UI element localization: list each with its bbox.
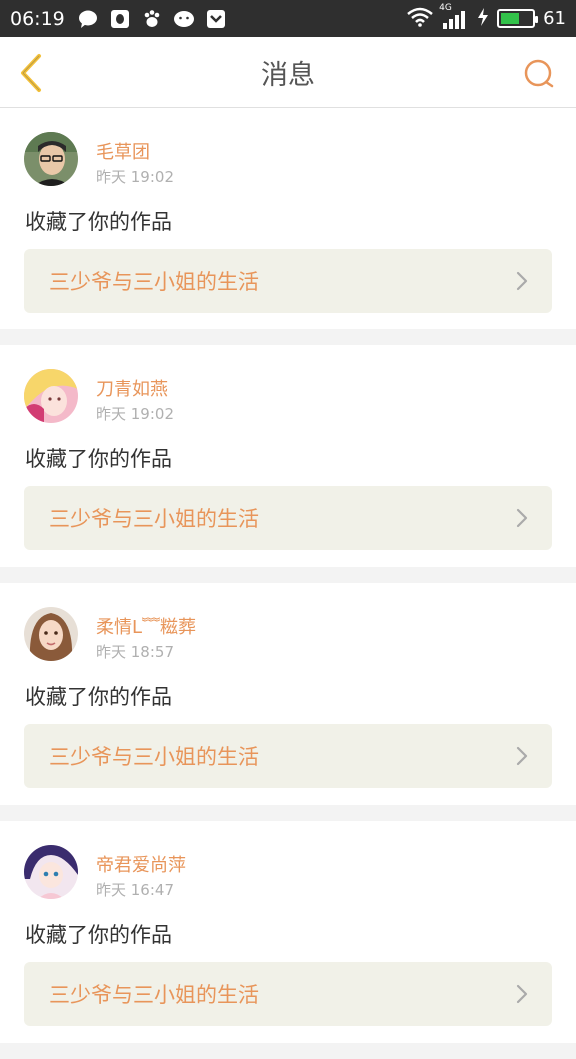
avatar[interactable] bbox=[24, 607, 78, 661]
page-title: 消息 bbox=[261, 59, 315, 91]
chevron-right-icon bbox=[516, 271, 528, 291]
message-action: 收藏了你的作品 bbox=[25, 685, 172, 709]
charging-icon bbox=[477, 7, 489, 31]
avatar[interactable] bbox=[24, 845, 78, 899]
system-status: 4G 61 bbox=[407, 3, 566, 31]
message-card: 毛草团 昨天 19:02 收藏了你的作品 三少爷与三小姐的生活 bbox=[0, 108, 576, 329]
username[interactable]: 柔情L﹌糍葬 bbox=[96, 613, 196, 639]
status-time: 06:19 bbox=[10, 7, 65, 30]
message-card: 柔情L﹌糍葬 昨天 18:57 收藏了你的作品 三少爷与三小姐的生活 bbox=[0, 583, 576, 805]
chevron-left-icon bbox=[21, 54, 41, 92]
message-action: 收藏了你的作品 bbox=[25, 923, 172, 947]
message-time: 昨天 16:47 bbox=[96, 881, 174, 899]
message-action: 收藏了你的作品 bbox=[25, 447, 172, 471]
username[interactable]: 毛草团 bbox=[96, 138, 150, 164]
top-nav-bar: 消息 bbox=[0, 37, 576, 108]
work-title: 三少爷与三小姐的生活 bbox=[49, 270, 259, 294]
message-card: 刀青如燕 昨天 19:02 收藏了你的作品 三少爷与三小姐的生活 bbox=[0, 345, 576, 567]
work-link[interactable]: 三少爷与三小姐的生活 bbox=[24, 724, 552, 788]
work-link[interactable]: 三少爷与三小姐的生活 bbox=[24, 486, 552, 550]
search-icon bbox=[524, 59, 554, 88]
wechat-icon bbox=[173, 8, 195, 30]
message-time: 昨天 18:57 bbox=[96, 643, 174, 661]
avatar[interactable] bbox=[24, 132, 78, 186]
username[interactable]: 刀青如燕 bbox=[96, 375, 168, 401]
chevron-right-icon bbox=[516, 746, 528, 766]
battery-level bbox=[501, 13, 520, 24]
network-type: 4G bbox=[439, 2, 452, 13]
wifi-icon bbox=[407, 7, 433, 31]
work-title: 三少爷与三小姐的生活 bbox=[49, 745, 259, 769]
chevron-right-icon bbox=[516, 984, 528, 1004]
back-button[interactable] bbox=[14, 52, 48, 94]
chevron-right-icon bbox=[516, 508, 528, 528]
message-list: 毛草团 昨天 19:02 收藏了你的作品 三少爷与三小姐的生活 刀青如燕 昨天 … bbox=[0, 108, 576, 1059]
avatar[interactable] bbox=[24, 369, 78, 423]
qq-icon bbox=[109, 8, 131, 30]
message-action: 收藏了你的作品 bbox=[25, 210, 172, 234]
work-link[interactable]: 三少爷与三小姐的生活 bbox=[24, 249, 552, 313]
baidu-paw-icon bbox=[141, 8, 163, 30]
message-time: 昨天 19:02 bbox=[96, 405, 174, 423]
message-card: 帝君爱尚萍 昨天 16:47 收藏了你的作品 三少爷与三小姐的生活 bbox=[0, 821, 576, 1043]
work-link[interactable]: 三少爷与三小姐的生活 bbox=[24, 962, 552, 1026]
signal-icon: 4G bbox=[439, 3, 469, 29]
pocket-icon bbox=[205, 8, 227, 30]
search-button[interactable] bbox=[522, 57, 556, 91]
battery-percent: 61 bbox=[543, 8, 566, 29]
chat-bubble-icon bbox=[77, 8, 99, 30]
work-title: 三少爷与三小姐的生活 bbox=[49, 507, 259, 531]
work-title: 三少爷与三小姐的生活 bbox=[49, 983, 259, 1007]
status-bar: 06:19 4G 61 bbox=[0, 0, 576, 37]
battery-icon bbox=[497, 9, 539, 28]
username[interactable]: 帝君爱尚萍 bbox=[96, 851, 186, 877]
notification-icons bbox=[77, 8, 227, 30]
message-time: 昨天 19:02 bbox=[96, 168, 174, 186]
